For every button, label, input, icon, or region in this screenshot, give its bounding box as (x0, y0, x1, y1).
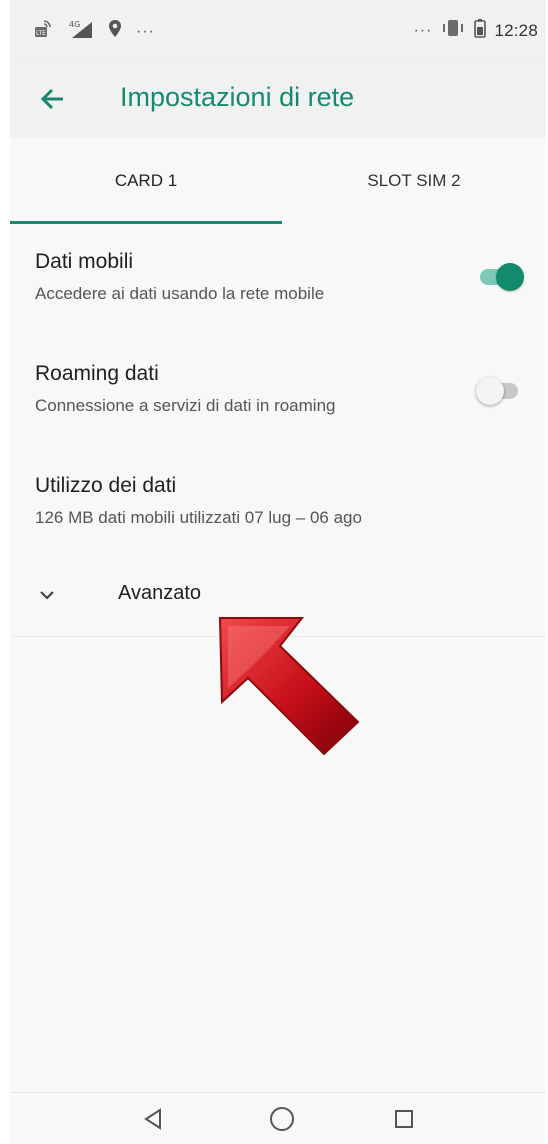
vibrate-icon (440, 18, 466, 43)
data-usage-title: Utilizzo dei dati (35, 474, 177, 497)
mobile-data-subtitle: Accedere ai dati usando la rete mobile (35, 284, 325, 303)
setting-data-usage[interactable]: Utilizzo dei dati 126 MB dati mobili uti… (10, 440, 546, 555)
svg-text:4G: 4G (69, 20, 80, 29)
nav-home-button[interactable] (266, 1103, 298, 1135)
sim-tabs: CARD 1 SLOT SIM 2 (10, 138, 546, 224)
nav-home-icon (270, 1107, 294, 1131)
data-roaming-title: Roaming dati (35, 362, 159, 385)
mobile-data-toggle[interactable] (478, 260, 524, 294)
arrow-back-icon (40, 88, 63, 110)
mobile-data-title: Dati mobili (35, 250, 134, 273)
status-more-right: ··· (413, 21, 433, 39)
toggle-thumb (496, 263, 524, 291)
status-bar: LTE 4G ··· ··· 12:28 (10, 0, 546, 60)
location-icon (108, 19, 122, 44)
status-time: 12:28 (494, 20, 538, 40)
chevron-down-icon (40, 591, 54, 600)
setting-mobile-data[interactable]: Dati mobili Accedere ai dati usando la r… (10, 226, 546, 331)
status-more-left: ··· (136, 22, 155, 40)
tab-card-1-label: CARD 1 (114, 171, 178, 190)
nav-back-button[interactable] (138, 1103, 170, 1135)
svg-text:LTE: LTE (36, 30, 46, 37)
nav-recents-icon (395, 1110, 413, 1128)
app-bar: Impostazioni di rete (10, 60, 546, 138)
data-usage-subtitle: 126 MB dati mobili utilizzati 07 lug – 0… (35, 508, 362, 527)
phone-screen: LTE 4G ··· ··· 12:28 Impostazioni di ret… (10, 0, 546, 1144)
navigation-bar (10, 1092, 546, 1144)
volte-icon: LTE (32, 18, 54, 45)
red-arrow-icon (218, 617, 360, 756)
toggle-thumb (476, 377, 504, 405)
nav-recents-button[interactable] (388, 1103, 420, 1135)
setting-data-roaming[interactable]: Roaming dati Connessione a servizi di da… (10, 330, 546, 441)
back-button[interactable] (38, 84, 68, 114)
data-roaming-subtitle: Connessione a servizi di dati in roaming (35, 396, 336, 415)
advanced-title: Avanzato (118, 582, 202, 604)
battery-icon (474, 18, 487, 43)
data-roaming-toggle[interactable] (476, 374, 522, 408)
tab-slot-sim-2[interactable]: SLOT SIM 2 (282, 138, 546, 224)
status-bar-left: LTE 4G ··· (32, 18, 155, 45)
signal-4g-icon: 4G (68, 18, 94, 45)
tab-indicator (10, 221, 282, 224)
tab-card-1[interactable]: CARD 1 (10, 138, 282, 224)
nav-back-icon (144, 1108, 161, 1130)
status-bar-right: ··· 12:28 (413, 18, 538, 43)
page-title: Impostazioni di rete (120, 82, 355, 112)
tab-slot-sim-2-label: SLOT SIM 2 (367, 171, 461, 190)
